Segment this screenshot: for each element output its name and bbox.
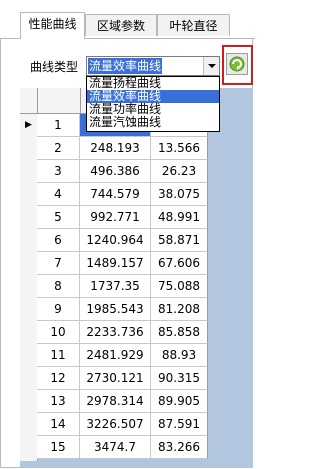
row-number-cell[interactable]: 14	[37, 413, 80, 436]
flow-cell[interactable]: 1489.157	[80, 252, 151, 275]
tab-performance-curve[interactable]: 性能曲线	[20, 12, 85, 39]
value-cell[interactable]: 90.315	[151, 367, 208, 390]
dropdown-option[interactable]: 流量汽蚀曲线	[87, 116, 219, 129]
row-number-cell[interactable]: 7	[37, 252, 80, 275]
table-row[interactable]: 15 3474.7 83.266	[20, 436, 208, 459]
row-selector[interactable]	[20, 321, 37, 344]
flow-cell[interactable]: 1737.35	[80, 275, 151, 298]
row-selector[interactable]	[20, 275, 37, 298]
tab-label: 性能曲线	[28, 17, 77, 31]
row-number-cell[interactable]: 8	[37, 275, 80, 298]
flow-cell[interactable]: 1240.964	[80, 229, 151, 252]
flow-cell[interactable]: 3226.507	[80, 413, 151, 436]
flow-cell[interactable]: 1985.543	[80, 298, 151, 321]
value-cell[interactable]: 89.905	[151, 390, 208, 413]
row-number-cell[interactable]: 15	[37, 436, 80, 459]
value-cell[interactable]: 48.991	[151, 206, 208, 229]
flow-cell[interactable]: 496.386	[80, 160, 151, 183]
row-selector[interactable]	[20, 298, 37, 321]
row-number-cell[interactable]: 1	[37, 114, 80, 137]
chevron-down-icon[interactable]	[203, 57, 219, 75]
curve-type-label: 曲线类型	[30, 60, 79, 74]
row-selector[interactable]	[20, 413, 37, 436]
row-number-cell[interactable]: 12	[37, 367, 80, 390]
row-number-cell[interactable]: 4	[37, 183, 80, 206]
row-number-cell[interactable]: 3	[37, 160, 80, 183]
table-row[interactable]: 6 1240.964 58.871	[20, 229, 208, 252]
row-selector[interactable]	[20, 367, 37, 390]
row-number-cell[interactable]: 13	[37, 390, 80, 413]
tab-label: 叶轮直径	[169, 19, 218, 33]
row-selector[interactable]	[20, 436, 37, 459]
curve-type-select[interactable]: 流量效率曲线	[86, 56, 220, 76]
flow-cell[interactable]: 2233.736	[80, 321, 151, 344]
row-selector[interactable]	[20, 160, 37, 183]
row-number-cell[interactable]: 10	[37, 321, 80, 344]
value-cell[interactable]: 83.266	[151, 436, 208, 459]
row-selector[interactable]	[20, 390, 37, 413]
row-selector[interactable]	[20, 229, 37, 252]
row-number-cell[interactable]: 9	[37, 298, 80, 321]
table-row[interactable]: 11 2481.929 88.93	[20, 344, 208, 367]
value-cell[interactable]: 75.088	[151, 275, 208, 298]
value-cell[interactable]: 38.075	[151, 183, 208, 206]
refresh-button[interactable]	[226, 53, 248, 75]
table-row[interactable]: 2 248.193 13.566	[20, 137, 208, 160]
value-cell[interactable]: 88.93	[151, 344, 208, 367]
flow-cell[interactable]: 2978.314	[80, 390, 151, 413]
value-cell[interactable]: 26.23	[151, 160, 208, 183]
flow-cell[interactable]: 744.579	[80, 183, 151, 206]
tab-label: 区域参数	[96, 19, 145, 33]
tab-area-params[interactable]: 区域参数	[85, 14, 157, 36]
table-row[interactable]: 10 2233.736 85.858	[20, 321, 208, 344]
flow-cell[interactable]: 2481.929	[80, 344, 151, 367]
refresh-icon	[229, 56, 245, 72]
value-cell[interactable]: 58.871	[151, 229, 208, 252]
value-cell[interactable]: 67.606	[151, 252, 208, 275]
flow-cell[interactable]: 248.193	[80, 137, 151, 160]
table-row[interactable]: 5 992.771 48.991	[20, 206, 208, 229]
table-row[interactable]: 3 496.386 26.23	[20, 160, 208, 183]
row-selector[interactable]	[20, 137, 37, 160]
column-header-index[interactable]	[37, 88, 81, 113]
value-cell[interactable]: 81.208	[151, 298, 208, 321]
curve-type-dropdown-list[interactable]: 流量扬程曲线 流量效率曲线 流量功率曲线 流量汽蚀曲线	[86, 76, 220, 132]
row-number-cell[interactable]: 2	[37, 137, 80, 160]
value-cell[interactable]: 85.858	[151, 321, 208, 344]
table-row[interactable]: 4 744.579 38.075	[20, 183, 208, 206]
tab-bar: 性能曲线 区域参数 叶轮直径	[0, 0, 255, 40]
tab-impeller-diameter[interactable]: 叶轮直径	[157, 14, 230, 36]
flow-cell[interactable]: 992.771	[80, 206, 151, 229]
table-row[interactable]: 9 1985.543 81.208	[20, 298, 208, 321]
row-selector[interactable]	[20, 183, 37, 206]
row-number-cell[interactable]: 6	[37, 229, 80, 252]
table-row[interactable]: 13 2978.314 89.905	[20, 390, 208, 413]
value-cell[interactable]: 87.591	[151, 413, 208, 436]
row-selector[interactable]	[20, 206, 37, 229]
table-row[interactable]: 7 1489.157 67.606	[20, 252, 208, 275]
row-selector[interactable]: ▶	[20, 114, 37, 137]
curve-type-selected-value: 流量效率曲线	[88, 58, 163, 74]
row-number-cell[interactable]: 11	[37, 344, 80, 367]
table-row[interactable]: 14 3226.507 87.591	[20, 413, 208, 436]
row-selector[interactable]	[20, 252, 37, 275]
row-number-cell[interactable]: 5	[37, 206, 80, 229]
row-selector[interactable]	[20, 344, 37, 367]
value-cell[interactable]: 13.566	[151, 137, 208, 160]
flow-cell[interactable]: 2730.121	[80, 367, 151, 390]
table-row[interactable]: 8 1737.35 75.088	[20, 275, 208, 298]
flow-cell[interactable]: 3474.7	[80, 436, 151, 459]
table-row[interactable]: 12 2730.121 90.315	[20, 367, 208, 390]
